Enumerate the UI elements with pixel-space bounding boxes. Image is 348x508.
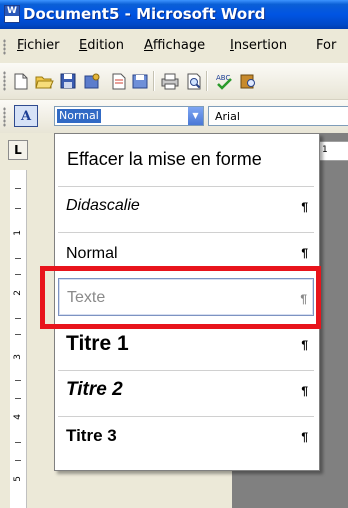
permission-icon[interactable] [82,71,102,91]
pilcrow-icon: ¶ [301,200,308,214]
open-icon[interactable] [34,71,54,91]
print-preview-icon[interactable] [184,71,204,91]
tab-selector[interactable]: L [8,140,28,160]
window-title: Document5 - Microsoft Word [23,5,266,23]
pilcrow-icon: ¶ [301,338,308,352]
save-icon[interactable] [58,71,78,91]
style-item-titre-3[interactable]: Titre 3 ¶ [58,416,314,454]
style-item-titre-2[interactable]: Titre 2 ¶ [58,370,314,408]
menu-edition[interactable]: Edition [79,38,124,53]
word-app-icon[interactable]: W [4,5,20,23]
menu-format[interactable]: For [316,38,336,53]
styles-and-formatting-icon[interactable]: A [14,105,38,127]
menu-affichage[interactable]: Affichage [144,38,205,53]
style-item-didascalie[interactable]: Didascalie ¶ [58,186,314,224]
research-book-icon[interactable] [238,71,258,91]
save-as-icon[interactable] [130,71,150,91]
spelling-icon[interactable]: ABC [214,71,234,91]
pilcrow-icon: ¶ [301,384,308,398]
menu-bar: Fichier Edition Affichage Insertion For [0,29,348,63]
email-icon[interactable] [108,71,128,91]
formatting-toolbar: A Normal ▼ Arial [0,100,348,133]
style-combo-value[interactable]: Normal [57,109,101,123]
clear-formatting-item[interactable]: Effacer la mise en forme [67,149,262,170]
chevron-down-icon[interactable]: ▼ [188,107,203,125]
style-combo[interactable]: Normal ▼ [54,106,204,126]
vertical-ruler[interactable]: 1 2 3 4 5 [10,170,27,508]
red-highlight-box [40,266,321,329]
pilcrow-icon: ¶ [301,430,308,444]
pilcrow-icon: ¶ [301,246,308,260]
print-icon[interactable] [160,71,180,91]
style-item-titre-1[interactable]: Titre 1 ¶ [58,324,314,362]
font-combo-value[interactable]: Arial [215,110,240,123]
font-combo[interactable]: Arial [208,106,348,126]
style-item-normal[interactable]: Normal ¶ [58,232,314,270]
title-bar: W Document5 - Microsoft Word [0,0,348,29]
menu-insertion[interactable]: Insertion [230,38,287,53]
toolbar-grip[interactable] [3,71,6,91]
menu-fichier[interactable]: Fichier [17,38,60,53]
toolbar-grip[interactable] [3,107,6,127]
standard-toolbar: ABC [0,63,348,100]
new-icon[interactable] [10,71,30,91]
menubar-grip[interactable] [3,39,6,55]
